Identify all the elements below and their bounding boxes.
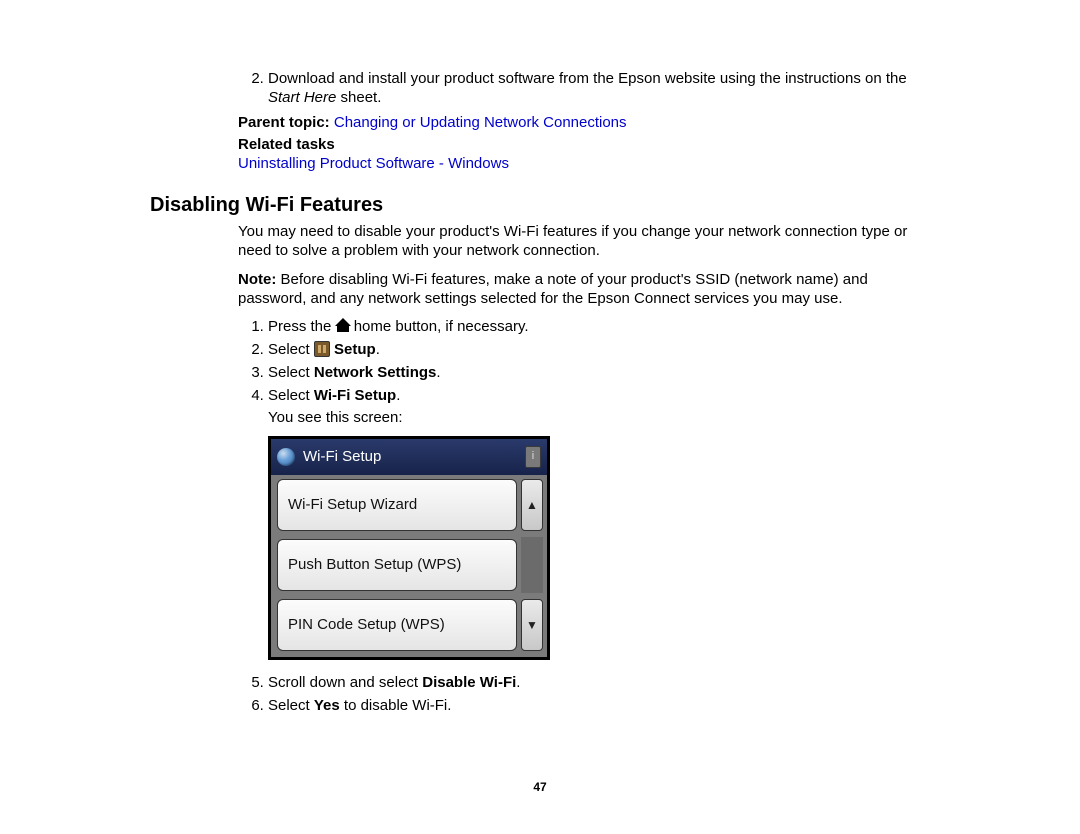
scroll-track — [521, 537, 543, 593]
related-task-link[interactable]: Uninstalling Product Software - Windows — [238, 155, 930, 172]
lcd-screenshot: Wi-Fi Setup i Wi-Fi Setup Wizard Push Bu… — [268, 436, 930, 660]
step-5: Scroll down and select Disable Wi-Fi. — [268, 674, 930, 693]
step-3: Select Network Settings. — [268, 364, 930, 383]
setup-icon — [314, 341, 330, 357]
step-text: home button, if necessary. — [350, 318, 529, 335]
step-text-after: sheet. — [336, 89, 381, 106]
steps-list: Press the home button, if necessary. Sel… — [150, 318, 930, 715]
intro-paragraph: You may need to disable your product's W… — [238, 223, 930, 261]
step-text: . — [516, 674, 520, 691]
scroll-down-icon: ▼ — [521, 599, 543, 651]
parent-topic-label: Parent topic: — [238, 114, 334, 131]
step-text: to disable Wi-Fi. — [340, 697, 452, 714]
lcd-scrollbar: ▲ ▼ — [521, 479, 543, 651]
step-text: Select — [268, 697, 314, 714]
note-text: Before disabling Wi-Fi features, make a … — [238, 271, 868, 307]
step-4: Select Wi-Fi Setup. You see this screen:… — [268, 387, 930, 661]
step-text: Press the — [268, 318, 336, 335]
lcd-title: Wi-Fi Setup — [303, 448, 381, 467]
network-settings-bold: Network Settings — [314, 364, 437, 381]
disable-wifi-bold: Disable Wi-Fi — [422, 674, 516, 691]
setup-bold: Setup — [330, 341, 376, 358]
start-here-italic: Start Here — [268, 89, 336, 106]
parent-topic-link[interactable]: Changing or Updating Network Connections — [334, 114, 627, 131]
note-label: Note: — [238, 271, 281, 288]
step-2: Select Setup. — [268, 341, 930, 360]
home-icon — [336, 320, 350, 332]
step-text: . — [436, 364, 440, 381]
step-text: Download and install your product softwa… — [268, 70, 907, 87]
wifi-setup-bold: Wi-Fi Setup — [314, 387, 396, 404]
info-icon: i — [525, 446, 541, 468]
step-text: Scroll down and select — [268, 674, 422, 691]
lcd-header: Wi-Fi Setup i — [271, 439, 547, 475]
lcd-item-pushbutton: Push Button Setup (WPS) — [277, 539, 517, 591]
step-text: Select — [268, 387, 314, 404]
yes-bold: Yes — [314, 697, 340, 714]
you-see-text: You see this screen: — [268, 409, 930, 428]
step-text: . — [396, 387, 400, 404]
lcd-item-wizard: Wi-Fi Setup Wizard — [277, 479, 517, 531]
wifi-globe-icon — [277, 448, 295, 466]
step-6: Select Yes to disable Wi-Fi. — [268, 697, 930, 716]
step-text: . — [376, 341, 380, 358]
scroll-up-icon: ▲ — [521, 479, 543, 531]
step-text: Select — [268, 364, 314, 381]
step-1: Press the home button, if necessary. — [268, 318, 930, 337]
lcd-item-pincode: PIN Code Setup (WPS) — [277, 599, 517, 651]
section-heading: Disabling Wi-Fi Features — [150, 194, 930, 217]
prior-step-item: Download and install your product softwa… — [268, 70, 930, 108]
related-tasks-label: Related tasks — [238, 136, 930, 153]
step-text: Select — [268, 341, 314, 358]
page-number: 47 — [0, 780, 1080, 794]
prior-step-list: Download and install your product softwa… — [150, 70, 930, 108]
